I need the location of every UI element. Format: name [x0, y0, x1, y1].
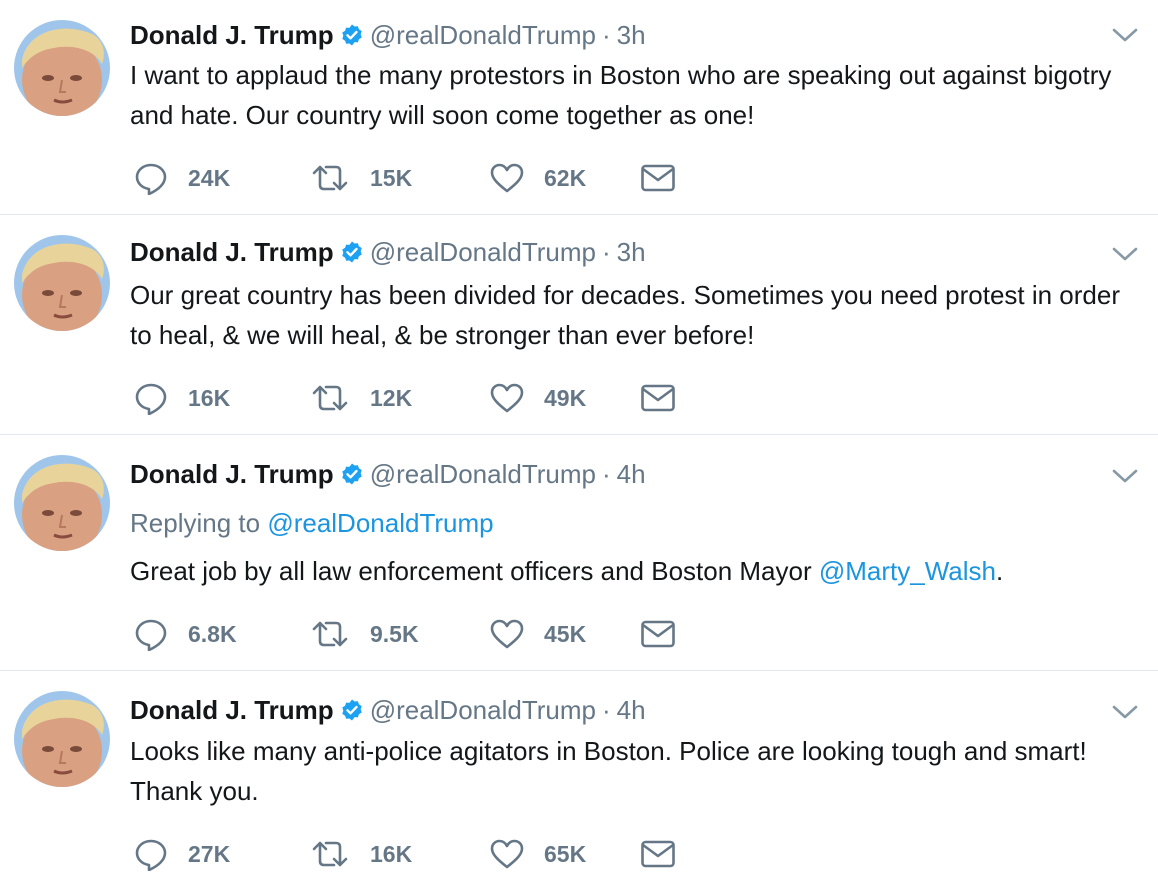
reply-icon [134, 381, 168, 415]
tweet-header: Donald J. Trump @realDonaldTrump · 4h [130, 457, 646, 491]
avatar[interactable] [14, 455, 110, 551]
tweet-actions: 24K 15K 62K [134, 160, 676, 196]
separator: · [601, 20, 611, 50]
reply-count: 6.8K [188, 620, 237, 647]
direct-message-button[interactable] [640, 836, 676, 872]
author-name[interactable]: Donald J. Trump [130, 237, 334, 267]
chevron-down-icon[interactable] [1112, 243, 1138, 265]
retweet-count: 9.5K [370, 620, 419, 647]
tweet-header: Donald J. Trump @realDonaldTrump · 3h [130, 18, 646, 52]
chevron-down-icon[interactable] [1112, 24, 1138, 46]
author-handle[interactable]: @realDonaldTrump [370, 695, 596, 725]
separator: · [601, 695, 611, 725]
tweet-text-part: . [996, 556, 1004, 586]
heart-icon [490, 839, 524, 869]
retweet-button[interactable]: 12K [310, 380, 440, 416]
retweet-button[interactable]: 9.5K [310, 616, 440, 652]
tweet-header: Donald J. Trump @realDonaldTrump · 4h [130, 693, 646, 727]
reply-button[interactable]: 16K [134, 380, 258, 416]
replying-to-label: Replying to [130, 508, 261, 538]
verified-badge-icon [340, 696, 364, 730]
retweet-icon [310, 163, 350, 193]
timestamp[interactable]: 3h [617, 237, 646, 267]
tweet[interactable]: Donald J. Trump @realDonaldTrump · 3h Our g… [0, 215, 1158, 435]
reply-count: 27K [188, 840, 231, 867]
envelope-icon [640, 839, 676, 869]
tweet[interactable]: Donald J. Trump @realDonaldTrump · 4h Looks… [0, 671, 1158, 890]
reply-count: 24K [188, 164, 231, 191]
like-count: 65K [544, 840, 587, 867]
verified-badge-icon [340, 21, 364, 55]
direct-message-button[interactable] [640, 160, 676, 196]
tweet-text-part: Great job by all law enforcement officer… [130, 556, 812, 586]
heart-icon [490, 619, 524, 649]
tweet[interactable]: Donald J. Trump @realDonaldTrump · 3h I wan… [0, 0, 1158, 215]
tweet-actions: 27K 16K 65K [134, 836, 676, 872]
reply-count: 16K [188, 384, 231, 411]
retweet-button[interactable]: 16K [310, 836, 440, 872]
reply-button[interactable]: 24K [134, 160, 258, 196]
heart-icon [490, 383, 524, 413]
author-handle[interactable]: @realDonaldTrump [370, 459, 596, 489]
replying-to: Replying to @realDonaldTrump [130, 506, 494, 540]
separator: · [601, 237, 611, 267]
tweet-text: Looks like many anti-police agitators in… [130, 736, 1087, 806]
reply-icon [134, 617, 168, 651]
timestamp[interactable]: 4h [617, 459, 646, 489]
tweet-actions: 6.8K 9.5K 45K [134, 616, 676, 652]
author-name[interactable]: Donald J. Trump [130, 695, 334, 725]
tweet-actions: 16K 12K 49K [134, 380, 676, 416]
tweet[interactable]: Donald J. Trump @realDonaldTrump · 4h Reply… [0, 435, 1158, 671]
reply-icon [134, 161, 168, 195]
direct-message-button[interactable] [640, 616, 676, 652]
tweet-text: Our great country has been divided for d… [130, 280, 1121, 350]
like-button[interactable]: 65K [490, 836, 614, 872]
chevron-down-icon[interactable] [1112, 465, 1138, 487]
author-name[interactable]: Donald J. Trump [130, 20, 334, 50]
retweet-count: 15K [370, 164, 413, 191]
author-handle[interactable]: @realDonaldTrump [370, 20, 596, 50]
heart-icon [490, 163, 524, 193]
retweet-icon [310, 619, 350, 649]
envelope-icon [640, 163, 676, 193]
like-count: 62K [544, 164, 587, 191]
retweet-icon [310, 383, 350, 413]
reply-icon [134, 837, 168, 871]
tweet-header: Donald J. Trump @realDonaldTrump · 3h [130, 235, 646, 269]
replying-to-handle[interactable]: @realDonaldTrump [267, 508, 493, 538]
chevron-down-icon[interactable] [1112, 701, 1138, 723]
reply-button[interactable]: 6.8K [134, 616, 258, 652]
mention-link[interactable]: @Marty_Walsh [819, 556, 996, 586]
separator: · [601, 459, 611, 489]
reply-button[interactable]: 27K [134, 836, 258, 872]
envelope-icon [640, 383, 676, 413]
verified-badge-icon [340, 238, 364, 272]
like-button[interactable]: 49K [490, 380, 614, 416]
retweet-count: 16K [370, 840, 413, 867]
tweet-text: Great job by all law enforcement officer… [130, 551, 1140, 591]
like-count: 49K [544, 384, 587, 411]
envelope-icon [640, 619, 676, 649]
verified-badge-icon [340, 460, 364, 494]
retweet-icon [310, 839, 350, 869]
avatar[interactable] [14, 691, 110, 787]
timestamp[interactable]: 4h [617, 695, 646, 725]
tweet-text: I want to applaud the many protestors in… [130, 60, 1112, 130]
retweet-count: 12K [370, 384, 413, 411]
like-button[interactable]: 62K [490, 160, 614, 196]
direct-message-button[interactable] [640, 380, 676, 416]
like-button[interactable]: 45K [490, 616, 614, 652]
timestamp[interactable]: 3h [617, 20, 646, 50]
avatar[interactable] [14, 20, 110, 116]
tweet-timeline: Donald J. Trump @realDonaldTrump · 3h I wan… [0, 0, 1158, 890]
avatar[interactable] [14, 235, 110, 331]
like-count: 45K [544, 620, 587, 647]
retweet-button[interactable]: 15K [310, 160, 440, 196]
author-name[interactable]: Donald J. Trump [130, 459, 334, 489]
author-handle[interactable]: @realDonaldTrump [370, 237, 596, 267]
